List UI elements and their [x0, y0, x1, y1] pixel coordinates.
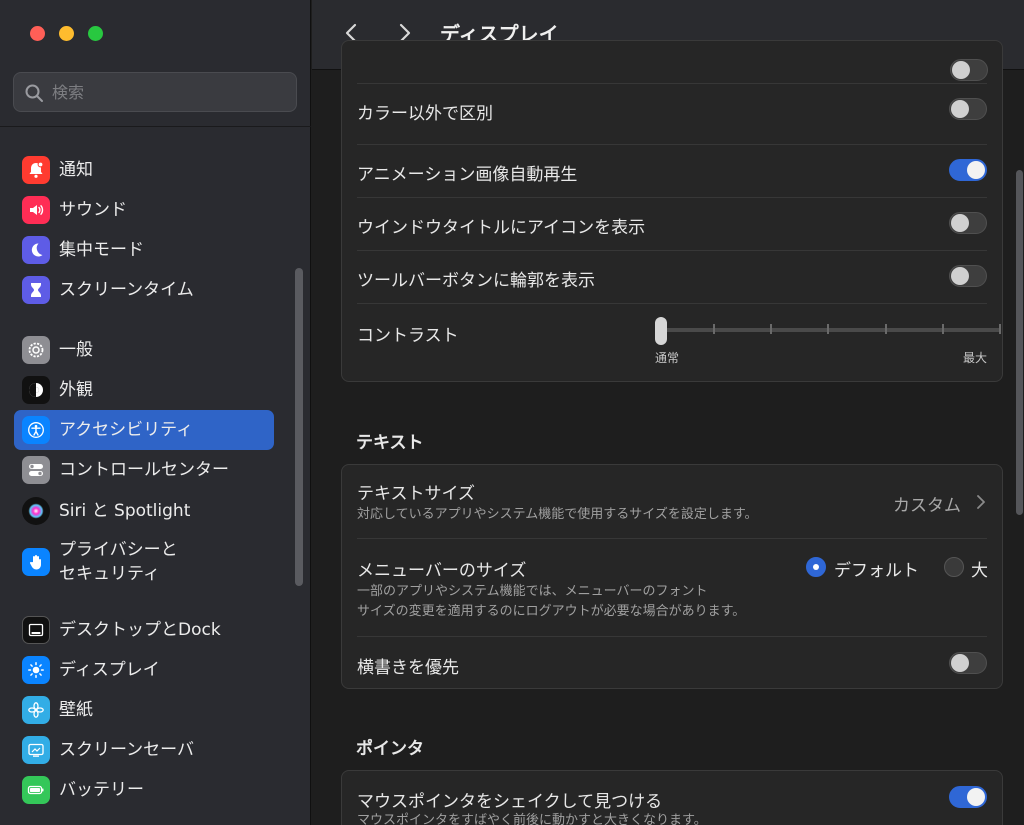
hand-icon — [22, 548, 50, 576]
hidden-row-toggle[interactable] — [950, 59, 988, 81]
sidebar: 通知 サウンド 集中モード スクリーンタイム 一般 外観 アクセシビリティ — [0, 0, 311, 825]
control-center-icon — [22, 456, 50, 484]
search-icon — [25, 84, 43, 102]
row-label: アニメーション画像自動再生 — [357, 165, 578, 185]
sidebar-item-label: サウンド — [59, 200, 127, 220]
sidebar-item-general[interactable]: 一般 — [14, 330, 274, 370]
menubar-size-default-radio[interactable] — [806, 557, 826, 577]
battery-icon — [22, 776, 50, 804]
sidebar-item-label: 壁紙 — [59, 700, 93, 720]
differentiate-without-color-row: カラー以外で区別 — [357, 83, 987, 136]
section-title-text: テキスト — [356, 433, 424, 453]
sidebar-item-accessibility[interactable]: アクセシビリティ — [14, 410, 274, 450]
sidebar-item-label: プライバシーと セキュリティ — [59, 540, 178, 584]
prefer-horizontal-text-row: 横書きを優先 — [357, 636, 987, 690]
sidebar-item-sound[interactable]: サウンド — [14, 190, 274, 230]
dock-icon — [22, 616, 50, 644]
sidebar-item-label: 一般 — [59, 340, 93, 360]
sidebar-item-label: スクリーンタイム — [59, 280, 194, 300]
sidebar-item-label: 外観 — [59, 380, 93, 400]
row-label: ウインドウタイトルにアイコンを表示 — [357, 218, 646, 238]
row-label: カラー以外で区別 — [357, 104, 493, 124]
row-label: 横書きを優先 — [357, 658, 459, 678]
sidebar-item-label: アクセシビリティ — [59, 420, 194, 440]
menubar-size-large-label[interactable]: 大 — [971, 556, 988, 581]
row-label: メニューバーのサイズ — [357, 561, 527, 581]
sidebar-item-privacy[interactable]: プライバシーと セキュリティ — [14, 537, 274, 587]
sidebar-item-control-center[interactable]: コントロールセンター — [14, 450, 274, 490]
differentiate-without-color-toggle[interactable] — [949, 98, 987, 120]
sidebar-item-desktop-dock[interactable]: デスクトップとDock — [14, 610, 274, 650]
window-title-icons-toggle[interactable] — [949, 212, 987, 234]
shake-to-locate-row: マウスポインタをシェイクして見つける マウスポインタをすばやく前後に動かすと大き… — [357, 771, 987, 825]
pointer-settings-group: マウスポインタをシェイクして見つける マウスポインタをすばやく前後に動かすと大き… — [341, 770, 1003, 825]
sidebar-item-screensaver[interactable]: スクリーンセーバ — [14, 730, 274, 770]
sidebar-item-battery[interactable]: バッテリー — [14, 770, 274, 810]
sidebar-item-siri-spotlight[interactable]: Siri と Spotlight — [14, 491, 274, 531]
sidebar-item-appearance[interactable]: 外観 — [14, 370, 274, 410]
gear-icon — [22, 336, 50, 364]
menubar-size-default-label[interactable]: デフォルト — [834, 556, 919, 581]
autoplay-animated-images-toggle[interactable] — [949, 159, 987, 181]
sidebar-item-screen-time[interactable]: スクリーンタイム — [14, 270, 274, 310]
zoom-window-button[interactable] — [88, 26, 103, 41]
contrast-slider-track[interactable] — [657, 324, 1001, 334]
minimize-window-button[interactable] — [59, 26, 74, 41]
menubar-size-large-radio[interactable] — [944, 557, 964, 577]
contrast-slider-handle[interactable] — [655, 317, 667, 345]
row-description: マウスポインタをすばやく前後に動かすと大きくなります。 — [357, 813, 707, 825]
contrast-max-label: 最大 — [962, 351, 987, 365]
sidebar-item-focus[interactable]: 集中モード — [14, 230, 274, 270]
text-size-row[interactable]: テキストサイズ 対応しているアプリやシステム機能で使用するサイズを設定します。 … — [357, 465, 987, 537]
sidebar-divider — [0, 126, 311, 127]
section-title-pointer: ポインタ — [356, 739, 424, 759]
sidebar-scrollbar[interactable] — [295, 268, 303, 586]
sidebar-item-label: デスクトップとDock — [59, 620, 221, 640]
text-size-value: カスタム — [893, 496, 961, 516]
sidebar-item-label: コントロールセンター — [59, 460, 229, 480]
accessibility-icon — [22, 416, 50, 444]
row-label: マウスポインタをシェイクして見つける — [357, 792, 663, 812]
row-description: 対応しているアプリやシステム機能で使用するサイズを設定します。 — [357, 507, 758, 522]
siri-icon — [22, 497, 50, 525]
search-box[interactable] — [13, 72, 297, 112]
hourglass-icon — [22, 276, 50, 304]
contrast-row: コントラスト 通常 最大 — [357, 303, 1001, 383]
screensaver-icon — [22, 736, 50, 764]
sidebar-item-notifications[interactable]: 通知 — [14, 150, 274, 190]
toolbar-button-shapes-row: ツールバーボタンに輪郭を表示 — [357, 250, 987, 303]
contrast-min-label: 通常 — [655, 351, 680, 365]
menubar-size-row: メニューバーのサイズ 一部のアプリやシステム機能では、メニューバーのフォント サ… — [357, 538, 988, 636]
sidebar-item-displays[interactable]: ディスプレイ — [14, 650, 274, 690]
sidebar-item-label: ディスプレイ — [59, 660, 160, 680]
autoplay-animated-images-row: アニメーション画像自動再生 — [357, 144, 987, 197]
bell-icon — [22, 156, 50, 184]
sidebar-item-label: Siri と Spotlight — [59, 501, 191, 521]
speaker-icon — [22, 196, 50, 224]
close-window-button[interactable] — [30, 26, 45, 41]
toolbar-button-shapes-toggle[interactable] — [949, 265, 987, 287]
flower-icon — [22, 696, 50, 724]
row-label: ツールバーボタンに輪郭を表示 — [357, 271, 595, 291]
main-scrollbar[interactable] — [1016, 170, 1023, 515]
sun-icon — [22, 656, 50, 684]
row-description: 一部のアプリやシステム機能では、メニューバーのフォント サイズの変更を適用するの… — [357, 584, 746, 619]
row-label: コントラスト — [357, 326, 459, 346]
display-settings-group: カラー以外で区別 アニメーション画像自動再生 ウインドウタイトルにアイコンを表示… — [341, 40, 1003, 382]
moon-icon — [22, 236, 50, 264]
appearance-icon — [22, 376, 50, 404]
window-title-icons-row: ウインドウタイトルにアイコンを表示 — [357, 197, 987, 250]
sidebar-item-label: 通知 — [59, 160, 93, 180]
search-input[interactable] — [52, 73, 292, 111]
prefer-horizontal-text-toggle[interactable] — [949, 652, 987, 674]
sidebar-item-label: スクリーンセーバ — [59, 740, 194, 760]
row-label: テキストサイズ — [357, 484, 475, 504]
sidebar-item-label: バッテリー — [59, 780, 144, 800]
chevron-right-icon — [977, 495, 985, 509]
main-pane: ディスプレイ カラー以外で区別 アニメーション画像自動再生 ウインドウタイトルに… — [312, 0, 1024, 825]
text-settings-group: テキストサイズ 対応しているアプリやシステム機能で使用するサイズを設定します。 … — [341, 464, 1003, 689]
sidebar-item-wallpaper[interactable]: 壁紙 — [14, 690, 274, 730]
shake-to-locate-toggle[interactable] — [949, 786, 987, 808]
sidebar-item-label: 集中モード — [59, 240, 144, 260]
